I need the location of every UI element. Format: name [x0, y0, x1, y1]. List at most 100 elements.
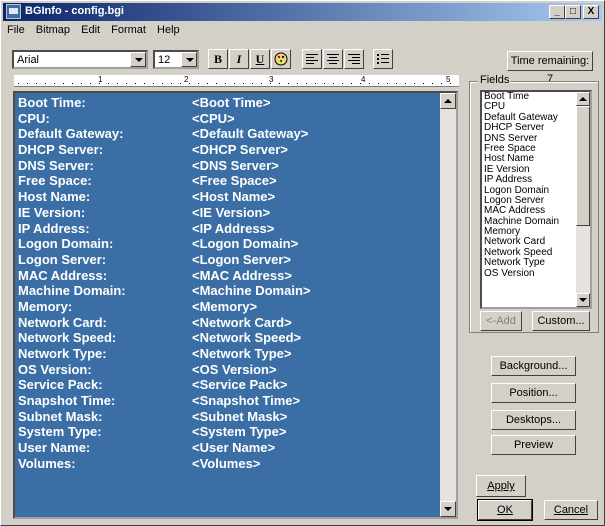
editor-line: Network Type: <Network Type>	[17, 346, 439, 362]
editor-line: DHCP Server: <DHCP Server>	[17, 142, 439, 158]
menu-file[interactable]: File	[3, 22, 29, 36]
preview-button[interactable]: Preview	[491, 435, 576, 455]
fields-group: Fields Boot Time CPU Default Gateway DHCP S…	[469, 74, 599, 333]
field-label: MAC Address:	[18, 267, 108, 283]
field-label: Logon Domain:	[18, 236, 114, 252]
ruler-tick	[423, 83, 424, 84]
field-label: DHCP Server:	[18, 142, 104, 158]
fields-legend: Fields	[478, 74, 512, 86]
field-placeholder: <Host Name>	[192, 189, 276, 205]
palette-icon	[274, 52, 288, 66]
ruler-tick	[72, 83, 73, 84]
ruler-tick	[252, 83, 253, 84]
chevron-down-icon[interactable]	[130, 52, 146, 67]
ruler: 1 2 3 4 5	[14, 75, 459, 87]
maximize-button[interactable]: □	[565, 5, 581, 19]
field-label: Logon Server:	[18, 251, 107, 267]
desktops-button[interactable]: Desktops...	[491, 410, 576, 430]
ruler-tick	[306, 83, 307, 84]
align-left-button[interactable]	[302, 49, 322, 69]
field-placeholder: <Service Pack>	[192, 377, 288, 393]
field-placeholder: <Network Speed>	[192, 330, 302, 346]
cancel-button[interactable]: Cancel	[544, 500, 598, 520]
scroll-up-button[interactable]	[440, 93, 456, 109]
fields-scroll-up-button[interactable]	[576, 92, 590, 106]
arrow-down-icon	[444, 507, 452, 511]
bullets-button[interactable]	[373, 49, 393, 69]
editor-line: Subnet Mask: <Subnet Mask>	[17, 409, 439, 425]
minimize-button[interactable]: _	[549, 5, 565, 19]
menu-format[interactable]: Format	[107, 22, 150, 36]
field-label: Default Gateway:	[18, 126, 124, 142]
align-center-icon	[327, 54, 339, 64]
fields-scrollbar[interactable]	[576, 92, 590, 307]
menu-bitmap[interactable]: Bitmap	[32, 22, 74, 36]
ruler-tick	[288, 83, 289, 84]
apply-button[interactable]: Apply	[476, 475, 526, 497]
underline-button[interactable]: U	[250, 49, 270, 69]
field-list-item[interactable]: DHCP Server	[482, 122, 590, 133]
arrow-up-icon	[444, 99, 452, 103]
ruler-tick	[90, 83, 91, 84]
menu-edit[interactable]: Edit	[77, 22, 104, 36]
rich-text-editor[interactable]: Boot Time: <Boot Time> CPU: <CPU> Default Ga…	[13, 91, 458, 519]
ruler-tick	[396, 83, 397, 84]
field-label: Free Space:	[18, 173, 92, 189]
font-size-combo[interactable]: 12	[153, 50, 199, 69]
italic-button[interactable]: I	[229, 49, 249, 69]
ok-button[interactable]: OK	[477, 499, 533, 521]
ruler-tick	[117, 83, 118, 84]
align-right-button[interactable]	[344, 49, 364, 69]
editor-content[interactable]: Boot Time: <Boot Time> CPU: <CPU> Default Ga…	[17, 95, 439, 515]
ruler-tick	[315, 83, 316, 84]
editor-line: Network Speed: <Network Speed>	[17, 330, 439, 346]
fields-scroll-down-button[interactable]	[576, 293, 590, 307]
custom-field-button[interactable]: Custom...	[532, 311, 590, 331]
field-label: IE Version:	[18, 204, 86, 220]
editor-scrollbar[interactable]	[440, 93, 456, 517]
ruler-tick	[279, 83, 280, 84]
field-placeholder: <Volumes>	[192, 455, 261, 471]
chevron-down-icon[interactable]	[181, 52, 197, 67]
scroll-down-button[interactable]	[440, 501, 456, 517]
menu-help[interactable]: Help	[153, 22, 184, 36]
ruler-tick	[207, 83, 208, 84]
fields-listbox[interactable]: Boot Time CPU Default Gateway DHCP Server DN…	[480, 90, 592, 309]
editor-line: Service Pack: <Service Pack>	[17, 377, 439, 393]
field-label: CPU:	[18, 110, 50, 126]
ruler-tick	[225, 83, 226, 84]
ruler-tick	[405, 83, 406, 84]
field-placeholder: <System Type>	[192, 424, 287, 440]
editor-line: Snapshot Time: <Snapshot Time>	[17, 393, 439, 409]
field-list-item[interactable]: IP Address	[482, 174, 590, 185]
editor-line: Volumes: <Volumes>	[17, 456, 439, 472]
field-placeholder: <Network Card>	[192, 314, 292, 330]
position-button[interactable]: Position...	[491, 383, 576, 403]
title-bar[interactable]: BGInfo - config.bgi _ □ X	[3, 3, 602, 21]
ruler-tick	[360, 83, 361, 84]
time-remaining-button[interactable]: Time remaining: 7	[507, 51, 593, 85]
font-combo[interactable]: Arial	[12, 50, 148, 69]
ruler-tick	[135, 83, 136, 84]
fields-scroll-thumb[interactable]	[576, 106, 590, 226]
editor-line: IE Version: <IE Version>	[17, 205, 439, 221]
ruler-tick	[144, 83, 145, 84]
close-button[interactable]: X	[583, 5, 599, 19]
ruler-tick	[432, 83, 433, 84]
add-field-button[interactable]: <-Add	[480, 311, 522, 331]
field-list-item[interactable]: OS Version	[482, 268, 590, 279]
ruler-tick	[81, 83, 82, 84]
bold-button[interactable]: B	[208, 49, 228, 69]
color-picker-button[interactable]	[271, 49, 291, 69]
background-button[interactable]: Background...	[491, 356, 576, 376]
window-title: BGInfo - config.bgi	[25, 5, 124, 17]
field-label: Memory:	[18, 298, 73, 314]
ruler-tick	[333, 83, 334, 84]
field-label: Service Pack:	[18, 377, 103, 393]
editor-line: Network Card: <Network Card>	[17, 315, 439, 331]
editor-line: System Type: <System Type>	[17, 424, 439, 440]
align-center-button[interactable]	[323, 49, 343, 69]
field-placeholder: <Subnet Mask>	[192, 408, 288, 424]
editor-line: MAC Address: <MAC Address>	[17, 268, 439, 284]
ruler-tick	[369, 83, 370, 84]
